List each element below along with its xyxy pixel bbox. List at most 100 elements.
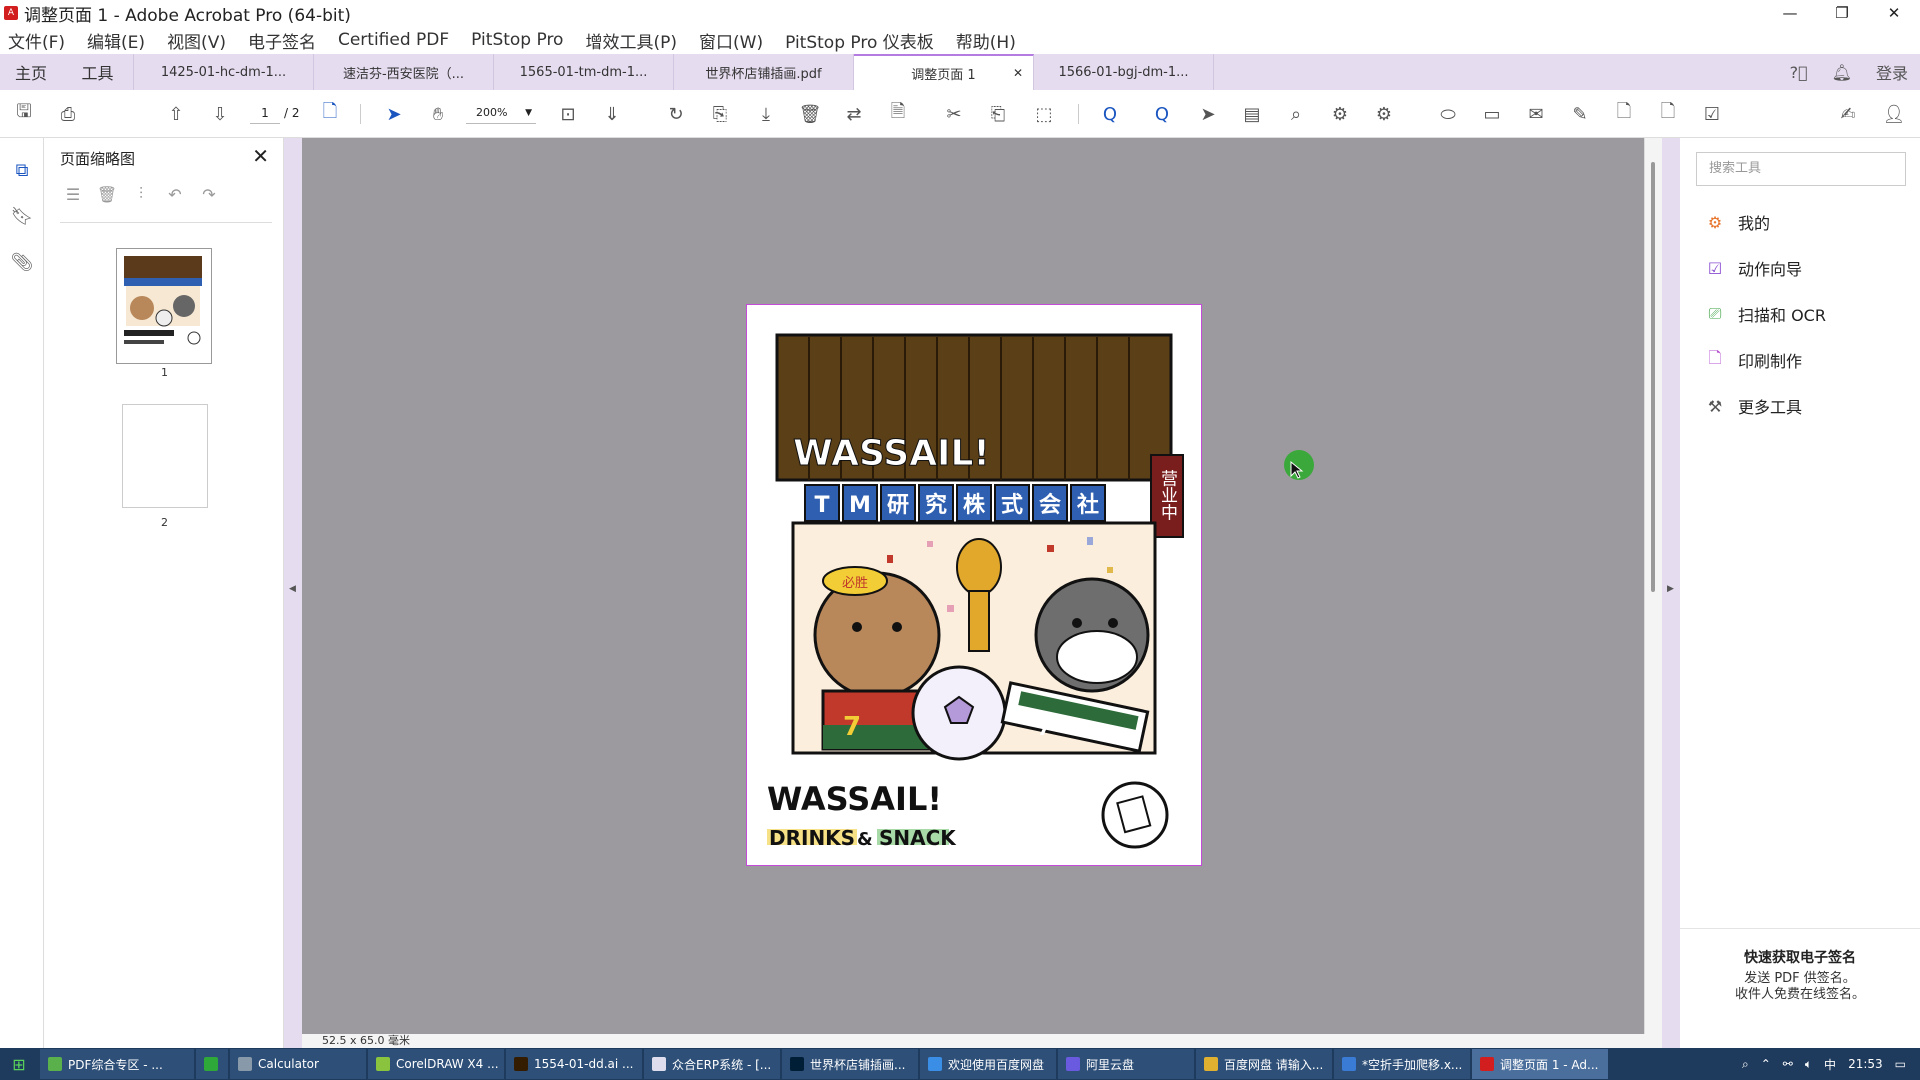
volume-icon[interactable]: 🔈︎ [1805,1057,1812,1072]
taskbar-item[interactable]: 世界杯店铺插画... [782,1049,918,1079]
close-window-button[interactable]: ✕ [1868,0,1920,26]
taskbar-item[interactable] [196,1049,228,1079]
insert-from-file-icon[interactable]: 🗎 [884,100,912,128]
extract-page-icon[interactable]: ⎘ [706,100,734,128]
tool-print-production[interactable]: 🗋 印刷制作 [1704,348,1802,372]
collapse-left-icon[interactable]: ◀ [289,584,296,594]
start-button[interactable]: ⊞ [0,1049,38,1079]
tool-action-wizard[interactable]: ☑ 动作向导 [1704,256,1802,280]
tab-document-2[interactable]: 速洁芬-西安医院（... [314,54,494,90]
pitstop-inspect-icon[interactable]: ⌕ [1282,100,1310,128]
sign-icon[interactable]: ✍ [1834,100,1862,128]
clock[interactable]: 21:53 [1848,1057,1883,1071]
left-panel-splitter[interactable]: ◀ [284,138,302,1048]
thumbnail-options-icon[interactable]: ☰ [60,182,86,206]
page-view-icon[interactable]: 🗋 [316,100,344,128]
ellipse-tool-icon[interactable]: ⬭ [1434,100,1462,128]
zoom-select[interactable]: 200% ▼ [466,102,536,124]
rectangle-tool-icon[interactable]: ▭ [1478,100,1506,128]
menu-certified-pdf[interactable]: Certified PDF [338,30,449,50]
split-icon[interactable]: ✂ [940,100,968,128]
search-tools-input[interactable]: 搜索工具 [1696,152,1906,186]
document-export-icon[interactable]: 🗋 [1654,100,1682,128]
menu-view[interactable]: 视图(V) [167,28,226,53]
taskbar-item[interactable]: PDF综合专区 - ... [40,1049,194,1079]
menu-help[interactable]: 帮助(H) [956,28,1016,53]
ime-indicator[interactable]: 中 [1824,1056,1836,1073]
taskbar-item-active[interactable]: 调整页面 1 - Ad... [1472,1049,1608,1079]
print-icon[interactable]: ⎙ [54,100,82,128]
page-boxes-icon[interactable]: ⬚ [1030,100,1058,128]
quite-imposing-plus-icon[interactable]: Q [1148,100,1176,128]
tool-scan-ocr[interactable]: ⎚ 扫描和 OCR [1704,302,1826,326]
taskbar-item[interactable]: 众合ERP系统 - [... [644,1049,780,1079]
minimize-button[interactable]: — [1764,0,1816,26]
split-page-icon[interactable]: ⫶ [128,182,154,206]
tab-document-active[interactable]: 调整页面 1 ✕ [854,54,1034,90]
rotate-page-icon[interactable]: ↻ [662,100,690,128]
login-link[interactable]: 登录 [1876,60,1908,84]
chevron-up-icon[interactable]: ⌃ [1761,1057,1771,1071]
tab-document-4[interactable]: 世界杯店铺插画.pdf [674,54,854,90]
pitstop-action-icon[interactable]: ⚙ [1326,100,1354,128]
page-thumbnail-1[interactable] [116,248,212,364]
taskbar-item[interactable]: 欢迎使用百度网盘 [920,1049,1056,1079]
taskbar-item[interactable]: *空折手加爬移.x... [1334,1049,1470,1079]
page-thumbnail-2[interactable] [122,404,208,508]
crop-page-icon[interactable]: ⎗ [984,100,1012,128]
pitstop-select-icon[interactable]: ➤ [1194,100,1222,128]
tab-tools[interactable]: 工具 [62,54,134,90]
redo-icon[interactable]: ↷ [196,182,222,206]
close-tab-icon[interactable]: ✕ [1013,66,1023,80]
hand-tool-icon[interactable]: ✋︎ [424,100,452,128]
menu-edit[interactable]: 编辑(E) [87,28,145,53]
menu-file[interactable]: 文件(F) [8,28,65,53]
checklist-icon[interactable]: ☑ [1698,100,1726,128]
attachment-icon[interactable]: 📎︎ [10,250,34,274]
right-panel-splitter[interactable]: ▶ [1662,138,1680,1048]
notification-center-icon[interactable]: ▭ [1895,1057,1906,1071]
undo-icon[interactable]: ↶ [162,182,188,206]
pitstop-edit-icon[interactable]: ▤ [1238,100,1266,128]
bookmark-icon[interactable]: 🔖︎ [10,204,34,228]
network-icon[interactable]: ⚯ [1783,1057,1793,1071]
taskbar-item[interactable]: Calculator [230,1049,366,1079]
page-thumbnails-icon[interactable]: ⧉ [10,158,34,182]
tab-document-6[interactable]: 1566-01-bgj-dm-1... [1034,54,1214,90]
mail-icon[interactable]: ✉ [1522,100,1550,128]
menu-plugins[interactable]: 增效工具(P) [585,28,677,53]
insert-page-icon[interactable]: ⤓ [752,100,780,128]
help-icon[interactable]: ?⃝ [1790,63,1808,82]
previous-page-icon[interactable]: ⇧ [162,100,190,128]
scroll-mode-icon[interactable]: ⇓ [598,100,626,128]
document-icon[interactable]: 🗋 [1610,100,1638,128]
delete-page-icon[interactable]: 🗑 [796,100,824,128]
replace-page-icon[interactable]: ⇄ [840,100,868,128]
menu-window[interactable]: 窗口(W) [699,28,763,53]
tool-more[interactable]: ⚒ 更多工具 [1704,394,1802,418]
next-page-icon[interactable]: ⇩ [206,100,234,128]
menu-esign[interactable]: 电子签名 [248,28,316,53]
vertical-scrollbar[interactable] [1644,138,1662,1034]
menu-pitstop-pro[interactable]: PitStop Pro [471,30,563,50]
delete-page-icon[interactable]: 🗑 [94,182,120,206]
menu-pitstop-dashboard[interactable]: PitStop Pro 仪表板 [785,28,934,53]
page-number-input[interactable]: 1 [250,102,280,124]
taskbar-item[interactable]: 1554-01-dd.ai ... [506,1049,642,1079]
taskbar-item[interactable]: 阿里云盘 [1058,1049,1194,1079]
pen-tool-icon[interactable]: ✎ [1566,100,1594,128]
collapse-right-icon[interactable]: ▶ [1667,584,1674,594]
pitstop-settings-icon[interactable]: ⚙ [1370,100,1398,128]
taskbar-item[interactable]: 百度网盘 请输入... [1196,1049,1332,1079]
quite-imposing-icon[interactable]: Q [1096,100,1124,128]
notification-bell-icon[interactable]: 🔔︎ [1832,63,1852,82]
taskbar-item[interactable]: CorelDRAW X4 ... [368,1049,504,1079]
share-user-icon[interactable]: 👤︎ [1880,100,1908,128]
tab-home[interactable]: 主页 [0,54,62,90]
scroll-thumb[interactable] [1651,162,1655,592]
pdf-page[interactable]: WASSAIL! T M 研 究 株 式 会 社 营业中 必胜 7 7 WASS… [746,304,1202,866]
save-icon[interactable]: 🖫 [10,100,38,128]
select-tool-icon[interactable]: ➤ [380,100,408,128]
fit-page-icon[interactable]: ⊡ [554,100,582,128]
search-icon[interactable]: ⌕ [1742,1057,1749,1072]
